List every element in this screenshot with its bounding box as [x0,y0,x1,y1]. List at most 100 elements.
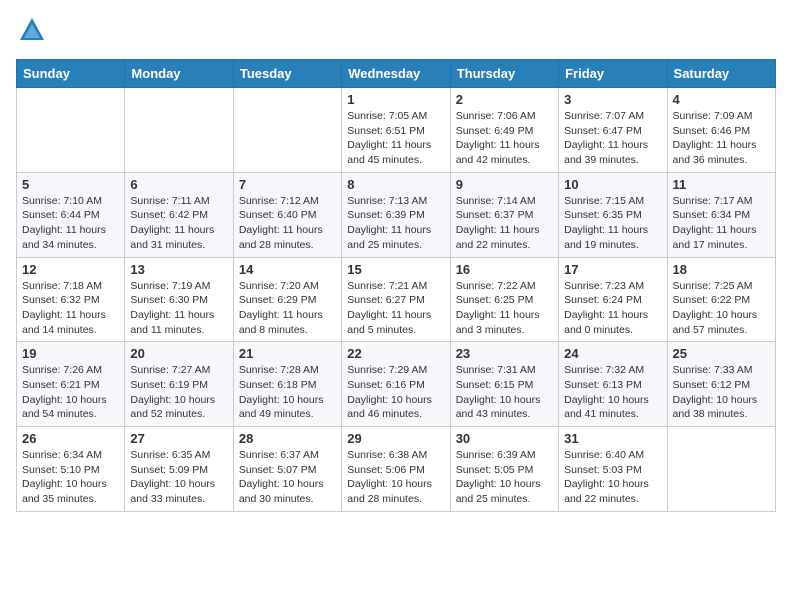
calendar-cell: 13 Sunrise: 7:19 AM Sunset: 6:30 PM Dayli… [125,257,233,342]
day-number: 9 [456,177,553,192]
day-number: 13 [130,262,227,277]
calendar-week-2: 5 Sunrise: 7:10 AM Sunset: 6:44 PM Daylig… [17,172,776,257]
calendar-cell: 9 Sunrise: 7:14 AM Sunset: 6:37 PM Daylig… [450,172,558,257]
day-number: 30 [456,431,553,446]
day-info: Sunrise: 7:14 AM Sunset: 6:37 PM Dayligh… [456,194,553,253]
weekday-header-monday: Monday [125,60,233,88]
day-info: Sunrise: 7:26 AM Sunset: 6:21 PM Dayligh… [22,363,119,422]
calendar-cell: 17Sunrise: 7:23 AM Sunset: 6:24 PM Dayli… [559,257,667,342]
calendar-cell: 7 Sunrise: 7:12 AM Sunset: 6:40 PM Daylig… [233,172,341,257]
calendar-cell [667,427,775,512]
calendar-cell: 10Sunrise: 7:15 AM Sunset: 6:35 PM Dayli… [559,172,667,257]
calendar-cell [233,88,341,173]
day-number: 19 [22,346,119,361]
calendar-cell: 28 Sunrise: 6:37 AM Sunset: 5:07 PM Dayli… [233,427,341,512]
day-info: Sunrise: 7:28 AM Sunset: 6:18 PM Dayligh… [239,363,336,422]
weekday-header-wednesday: Wednesday [342,60,450,88]
calendar-week-5: 26Sunrise: 6:34 AM Sunset: 5:10 PM Dayli… [17,427,776,512]
day-number: 8 [347,177,444,192]
day-number: 12 [22,262,119,277]
day-info: Sunrise: 7:05 AM Sunset: 6:51 PM Dayligh… [347,109,444,168]
day-number: 2 [456,92,553,107]
day-info: Sunrise: 7:10 AM Sunset: 6:44 PM Dayligh… [22,194,119,253]
day-number: 5 [22,177,119,192]
calendar-cell: 30 Sunrise: 6:39 AM Sunset: 5:05 PM Dayli… [450,427,558,512]
calendar-cell: 3 Sunrise: 7:07 AM Sunset: 6:47 PM Daylig… [559,88,667,173]
day-number: 22 [347,346,444,361]
day-number: 27 [130,431,227,446]
day-number: 3 [564,92,661,107]
calendar-cell: 11 Sunrise: 7:17 AM Sunset: 6:34 PM Dayli… [667,172,775,257]
day-number: 26 [22,431,119,446]
calendar-cell: 14 Sunrise: 7:20 AM Sunset: 6:29 PM Dayli… [233,257,341,342]
calendar-cell [17,88,125,173]
day-info: Sunrise: 7:22 AM Sunset: 6:25 PM Dayligh… [456,279,553,338]
calendar-cell [125,88,233,173]
calendar-cell: 18 Sunrise: 7:25 AM Sunset: 6:22 PM Dayli… [667,257,775,342]
day-number: 28 [239,431,336,446]
day-info: Sunrise: 7:18 AM Sunset: 6:32 PM Dayligh… [22,279,119,338]
day-info: Sunrise: 7:09 AM Sunset: 6:46 PM Dayligh… [673,109,770,168]
calendar-cell: 8Sunrise: 7:13 AM Sunset: 6:39 PM Daylig… [342,172,450,257]
day-info: Sunrise: 7:12 AM Sunset: 6:40 PM Dayligh… [239,194,336,253]
calendar-table: SundayMondayTuesdayWednesdayThursdayFrid… [16,59,776,512]
calendar-cell: 26Sunrise: 6:34 AM Sunset: 5:10 PM Dayli… [17,427,125,512]
weekday-header-sunday: Sunday [17,60,125,88]
day-number: 25 [673,346,770,361]
day-info: Sunrise: 7:32 AM Sunset: 6:13 PM Dayligh… [564,363,661,422]
logo-text [16,16,46,49]
day-info: Sunrise: 7:20 AM Sunset: 6:29 PM Dayligh… [239,279,336,338]
calendar-cell: 25 Sunrise: 7:33 AM Sunset: 6:12 PM Dayli… [667,342,775,427]
calendar-cell: 22 Sunrise: 7:29 AM Sunset: 6:16 PM Dayli… [342,342,450,427]
weekday-header-friday: Friday [559,60,667,88]
day-number: 6 [130,177,227,192]
day-number: 11 [673,177,770,192]
day-info: Sunrise: 6:37 AM Sunset: 5:07 PM Dayligh… [239,448,336,507]
day-number: 14 [239,262,336,277]
day-number: 24 [564,346,661,361]
calendar-cell: 23 Sunrise: 7:31 AM Sunset: 6:15 PM Dayli… [450,342,558,427]
weekday-header-tuesday: Tuesday [233,60,341,88]
calendar-cell: 21 Sunrise: 7:28 AM Sunset: 6:18 PM Dayli… [233,342,341,427]
logo [16,16,46,49]
day-info: Sunrise: 6:35 AM Sunset: 5:09 PM Dayligh… [130,448,227,507]
calendar-cell: 4Sunrise: 7:09 AM Sunset: 6:46 PM Daylig… [667,88,775,173]
day-info: Sunrise: 7:19 AM Sunset: 6:30 PM Dayligh… [130,279,227,338]
day-info: Sunrise: 7:23 AM Sunset: 6:24 PM Dayligh… [564,279,661,338]
logo-icon [18,16,46,44]
day-number: 16 [456,262,553,277]
day-number: 20 [130,346,227,361]
day-number: 15 [347,262,444,277]
weekday-header-saturday: Saturday [667,60,775,88]
day-number: 18 [673,262,770,277]
day-number: 23 [456,346,553,361]
weekday-header-thursday: Thursday [450,60,558,88]
calendar-cell: 2 Sunrise: 7:06 AM Sunset: 6:49 PM Daylig… [450,88,558,173]
calendar-week-1: 1 Sunrise: 7:05 AM Sunset: 6:51 PM Daylig… [17,88,776,173]
page-header [16,16,776,49]
day-info: Sunrise: 7:27 AM Sunset: 6:19 PM Dayligh… [130,363,227,422]
day-info: Sunrise: 7:07 AM Sunset: 6:47 PM Dayligh… [564,109,661,168]
day-info: Sunrise: 7:25 AM Sunset: 6:22 PM Dayligh… [673,279,770,338]
day-number: 1 [347,92,444,107]
day-info: Sunrise: 7:11 AM Sunset: 6:42 PM Dayligh… [130,194,227,253]
day-info: Sunrise: 7:21 AM Sunset: 6:27 PM Dayligh… [347,279,444,338]
day-info: Sunrise: 7:29 AM Sunset: 6:16 PM Dayligh… [347,363,444,422]
calendar-cell: 5 Sunrise: 7:10 AM Sunset: 6:44 PM Daylig… [17,172,125,257]
calendar-week-3: 12 Sunrise: 7:18 AM Sunset: 6:32 PM Dayli… [17,257,776,342]
day-info: Sunrise: 7:33 AM Sunset: 6:12 PM Dayligh… [673,363,770,422]
calendar-cell: 24 Sunrise: 7:32 AM Sunset: 6:13 PM Dayli… [559,342,667,427]
day-info: Sunrise: 7:31 AM Sunset: 6:15 PM Dayligh… [456,363,553,422]
calendar-cell: 29Sunrise: 6:38 AM Sunset: 5:06 PM Dayli… [342,427,450,512]
calendar-cell: 6 Sunrise: 7:11 AM Sunset: 6:42 PM Daylig… [125,172,233,257]
day-number: 7 [239,177,336,192]
day-info: Sunrise: 7:15 AM Sunset: 6:35 PM Dayligh… [564,194,661,253]
calendar-cell: 1 Sunrise: 7:05 AM Sunset: 6:51 PM Daylig… [342,88,450,173]
day-info: Sunrise: 7:17 AM Sunset: 6:34 PM Dayligh… [673,194,770,253]
day-number: 21 [239,346,336,361]
calendar-cell: 27 Sunrise: 6:35 AM Sunset: 5:09 PM Dayli… [125,427,233,512]
calendar-cell: 16 Sunrise: 7:22 AM Sunset: 6:25 PM Dayli… [450,257,558,342]
day-info: Sunrise: 7:06 AM Sunset: 6:49 PM Dayligh… [456,109,553,168]
day-info: Sunrise: 6:39 AM Sunset: 5:05 PM Dayligh… [456,448,553,507]
calendar-week-4: 19 Sunrise: 7:26 AM Sunset: 6:21 PM Dayli… [17,342,776,427]
